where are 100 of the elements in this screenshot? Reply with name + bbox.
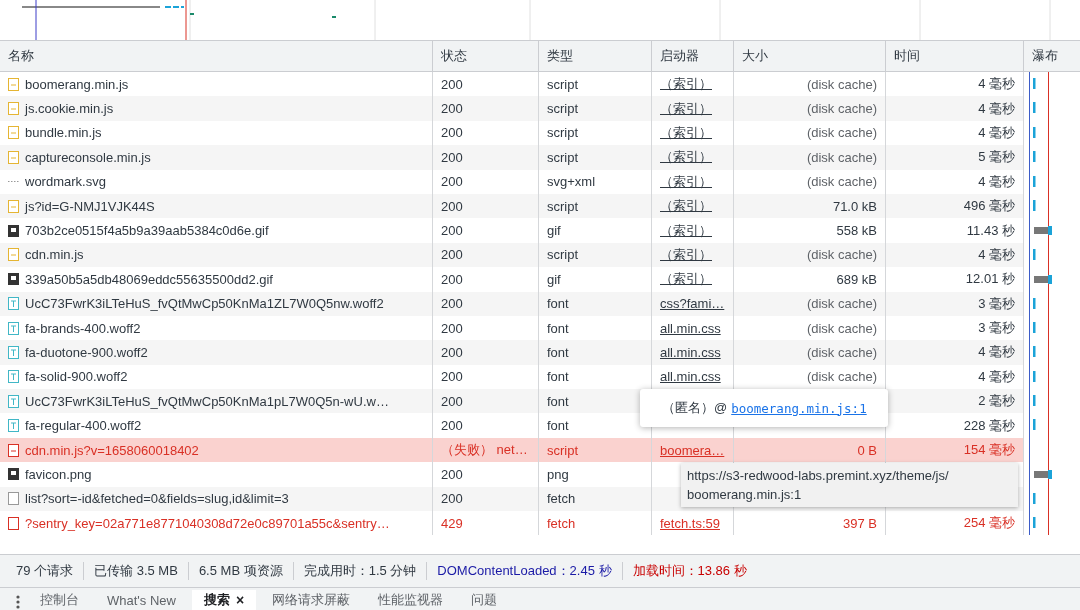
status-text: 200 bbox=[441, 466, 463, 482]
request-name[interactable]: ?sentry_key=02a771e8771040308d72e0c89701a55c&sentry… bbox=[25, 515, 390, 531]
request-name[interactable]: boomerang.min.js bbox=[25, 76, 129, 92]
font-file-icon bbox=[8, 370, 19, 384]
request-name[interactable]: list?sort=-id&fetched=0&fields=slug,id&limit=3 bbox=[25, 491, 289, 507]
document-icon bbox=[8, 516, 19, 530]
type-text: font bbox=[547, 393, 569, 409]
column-header[interactable]: 时间 bbox=[885, 41, 1023, 71]
time-text: 496 毫秒 bbox=[963, 197, 1015, 216]
initiator-link[interactable]: boomera… bbox=[660, 442, 725, 458]
request-name[interactable]: fa-brands-400.woff2 bbox=[25, 320, 141, 336]
initiator-link[interactable]: （索引） bbox=[660, 123, 712, 142]
status-text: 200 bbox=[441, 125, 463, 141]
initiator-link[interactable]: all.min.css bbox=[660, 345, 721, 360]
status-summary: 加载时间：13.86 秒 bbox=[621, 562, 757, 580]
initiator-link[interactable]: （索引） bbox=[660, 148, 712, 167]
status-text: 200 bbox=[441, 76, 463, 92]
waterfall-bar-drawing bbox=[1033, 126, 1036, 138]
size-text: (disk cache) bbox=[806, 320, 877, 336]
drawer-tab[interactable]: What's New bbox=[95, 590, 188, 610]
request-name[interactable]: 339a50b5a5db48069eddc55635500dd2.gif bbox=[25, 271, 273, 287]
status-summary: 79 个请求 bbox=[15, 562, 75, 580]
initiator-link[interactable]: all.min.css bbox=[660, 369, 721, 385]
request-name[interactable]: fa-regular-400.woff2 bbox=[25, 418, 142, 434]
request-name[interactable]: UcC73FwrK3iLTeHuS_fvQtMwCp50KnMa1pL7W0Q5n-wU.w… bbox=[25, 393, 389, 409]
type-text: font bbox=[547, 345, 569, 360]
time-text: 4 毫秒 bbox=[978, 245, 1015, 264]
status-summary: 已传输 3.5 MB bbox=[83, 562, 188, 580]
drawer-tab[interactable]: 搜索 × bbox=[191, 590, 257, 610]
column-header[interactable]: 名称 bbox=[0, 41, 432, 71]
url-tooltip: https://s3-redwood-labs.premint.xyz/theme/js/ boomerang.min.js:1 bbox=[681, 463, 1018, 507]
initiator-link[interactable]: （索引） bbox=[660, 75, 712, 94]
type-text: png bbox=[547, 466, 569, 482]
image-file-icon bbox=[8, 224, 19, 237]
waterfall-bar-drawing bbox=[1033, 175, 1036, 187]
close-icon[interactable]: × bbox=[235, 592, 245, 608]
status-text: 200 bbox=[441, 223, 463, 239]
request-name[interactable]: favicon.png bbox=[25, 466, 92, 482]
source-link[interactable]: boomerang.min.js:1 bbox=[731, 400, 867, 416]
script-file-icon bbox=[8, 443, 19, 457]
status-text: 200 bbox=[441, 174, 463, 190]
status-text: 200 bbox=[441, 101, 463, 117]
column-header[interactable]: 大小 bbox=[733, 41, 885, 71]
drawer-tab[interactable]: 控制台 bbox=[28, 590, 91, 610]
request-name[interactable]: js?id=G-NMJ1VJK44S bbox=[25, 198, 155, 214]
waterfall-bar-drawing bbox=[1034, 226, 1052, 236]
time-text: 3 毫秒 bbox=[978, 294, 1015, 313]
request-name[interactable]: fa-duotone-900.woff2 bbox=[25, 345, 148, 360]
type-text: script bbox=[547, 442, 579, 458]
font-file-icon bbox=[8, 321, 19, 335]
size-text: (disk cache) bbox=[806, 345, 877, 360]
font-file-icon bbox=[8, 297, 19, 311]
request-name[interactable]: UcC73FwrK3iLTeHuS_fvQtMwCp50KnMa1ZL7W0Q5nw.woff2 bbox=[25, 296, 384, 312]
initiator-link[interactable]: fetch.ts:59 bbox=[660, 515, 720, 531]
initiator-link[interactable]: all.min.css bbox=[660, 320, 721, 336]
drawer-tab[interactable]: 网络请求屏蔽 bbox=[260, 590, 363, 610]
size-text: 397 B bbox=[843, 515, 877, 531]
request-name[interactable]: wordmark.svg bbox=[25, 174, 106, 190]
status-text: 200 bbox=[441, 393, 463, 409]
request-name[interactable]: cdn.min.js bbox=[25, 247, 84, 263]
size-text: 558 kB bbox=[836, 223, 877, 239]
type-text: svg+xml bbox=[547, 174, 596, 190]
size-text: (disk cache) bbox=[806, 174, 877, 190]
script-file-icon bbox=[8, 77, 19, 91]
initiator-link[interactable]: （索引） bbox=[660, 99, 712, 118]
drawer-tab[interactable]: 性能监视器 bbox=[366, 590, 456, 610]
request-name[interactable]: cdn.min.js?v=1658060018402 bbox=[25, 442, 199, 458]
column-header[interactable]: 类型 bbox=[538, 41, 651, 71]
request-name[interactable]: captureconsole.min.js bbox=[25, 149, 151, 165]
time-text: 4 毫秒 bbox=[978, 367, 1015, 386]
time-text: 5 毫秒 bbox=[978, 148, 1015, 167]
column-header[interactable]: 启动器 bbox=[651, 41, 733, 71]
initiator-link[interactable]: （索引） bbox=[660, 245, 712, 264]
type-text: fetch bbox=[547, 515, 576, 531]
waterfall-bar-drawing bbox=[1033, 199, 1036, 211]
waterfall-bar-drawing bbox=[1033, 297, 1036, 309]
time-text: 4 毫秒 bbox=[978, 343, 1015, 362]
size-text: (disk cache) bbox=[806, 149, 877, 165]
size-text: (disk cache) bbox=[806, 101, 877, 117]
time-text: 228 毫秒 bbox=[963, 416, 1015, 435]
status-text: 200 bbox=[441, 247, 463, 263]
column-header[interactable]: 瀑布 bbox=[1023, 41, 1080, 71]
type-text: gif bbox=[547, 271, 561, 287]
initiator-link[interactable]: （索引） bbox=[660, 197, 712, 216]
anonymous-label: （匿名）@ bbox=[662, 399, 728, 417]
request-name[interactable]: 703b2ce0515f4a5b9a39aab5384c0d6e.gif bbox=[25, 223, 269, 239]
column-header[interactable]: 状态 bbox=[432, 41, 538, 71]
script-file-icon bbox=[8, 248, 19, 262]
request-name[interactable]: fa-solid-900.woff2 bbox=[25, 369, 128, 385]
request-name[interactable]: js.cookie.min.js bbox=[25, 101, 114, 117]
initiator-link[interactable]: （索引） bbox=[660, 221, 712, 240]
type-text: font bbox=[547, 418, 569, 434]
waterfall-bar-drawing bbox=[1034, 275, 1052, 285]
initiator-link[interactable]: （索引） bbox=[660, 172, 712, 191]
type-text: gif bbox=[547, 223, 561, 239]
drawer-tab[interactable]: 问题 bbox=[459, 590, 510, 610]
status-text: 429 bbox=[441, 515, 463, 531]
initiator-link[interactable]: css?fami… bbox=[660, 296, 725, 312]
request-name[interactable]: bundle.min.js bbox=[25, 125, 102, 141]
initiator-link[interactable]: （索引） bbox=[660, 270, 712, 289]
